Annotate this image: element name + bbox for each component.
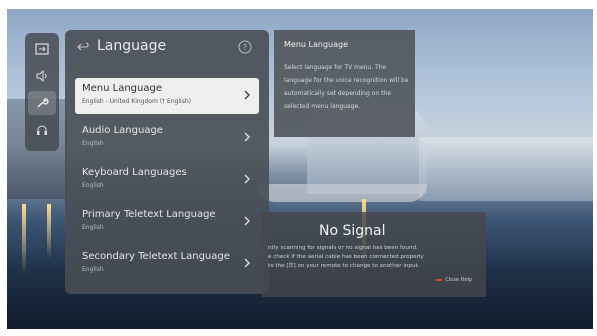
item-value: English (82, 266, 104, 273)
panel-title: Language (97, 38, 167, 54)
water-reflection (22, 204, 26, 274)
message-line: e check if the aerial cable has been con… (268, 254, 424, 260)
sound-icon[interactable] (28, 64, 56, 88)
water-reflection (47, 204, 51, 259)
menu-item-keyboard-languages[interactable]: Keyboard Languages English (75, 162, 259, 198)
svg-text:?: ? (243, 43, 247, 52)
help-icon[interactable]: ? (237, 39, 253, 55)
no-signal-message: ntly scanning for signals or no signal h… (268, 244, 482, 271)
support-headset-icon[interactable] (28, 118, 56, 142)
frame: Language ? Menu Language English - Unite… (0, 0, 597, 336)
menu-item-secondary-teletext-language[interactable]: Secondary Teletext Language English (75, 246, 259, 282)
message-line: ntly scanning for signals or no signal h… (268, 245, 418, 251)
help-tooltip: Menu Language Select language for TV men… (274, 30, 415, 137)
red-button-icon (436, 279, 443, 281)
language-panel: Language ? Menu Language English - Unite… (65, 30, 269, 294)
chevron-right-icon (244, 90, 250, 100)
input-icon[interactable] (28, 37, 56, 61)
tooltip-body: Select language for TV menu. The languag… (284, 64, 409, 110)
close-help-hint[interactable]: Close Help (436, 277, 472, 283)
item-label: Audio Language (82, 125, 163, 136)
item-label: Keyboard Languages (82, 167, 187, 178)
no-signal-dialog: No Signal ntly scanning for signals or n… (262, 212, 486, 297)
back-icon[interactable] (77, 41, 89, 53)
panel-header: Language ? (65, 30, 269, 66)
settings-category-rail (25, 33, 59, 151)
chevron-right-icon (244, 216, 250, 226)
chevron-right-icon (244, 132, 250, 142)
message-line: to the [☰] on your remote to change to a… (268, 263, 420, 269)
background-building-right (419, 137, 593, 201)
chevron-right-icon (244, 258, 250, 268)
item-label: Secondary Teletext Language (82, 251, 230, 262)
item-value: English (82, 140, 104, 147)
general-wrench-icon[interactable] (28, 91, 56, 115)
item-value: English (82, 224, 104, 231)
tooltip-title: Menu Language (284, 40, 348, 49)
menu-item-menu-language[interactable]: Menu Language English - United Kingdom (… (75, 78, 259, 114)
tv-screen: Language ? Menu Language English - Unite… (7, 9, 593, 329)
item-value: English - United Kingdom († English) (82, 98, 191, 105)
close-help-label: Close Help (445, 277, 472, 283)
menu-item-audio-language[interactable]: Audio Language English (75, 120, 259, 156)
item-label: Primary Teletext Language (82, 209, 216, 220)
no-signal-title: No Signal (319, 223, 386, 239)
item-value: English (82, 182, 104, 189)
menu-item-primary-teletext-language[interactable]: Primary Teletext Language English (75, 204, 259, 240)
chevron-right-icon (244, 174, 250, 184)
background-bridge (257, 184, 427, 202)
item-label: Menu Language (82, 83, 162, 94)
